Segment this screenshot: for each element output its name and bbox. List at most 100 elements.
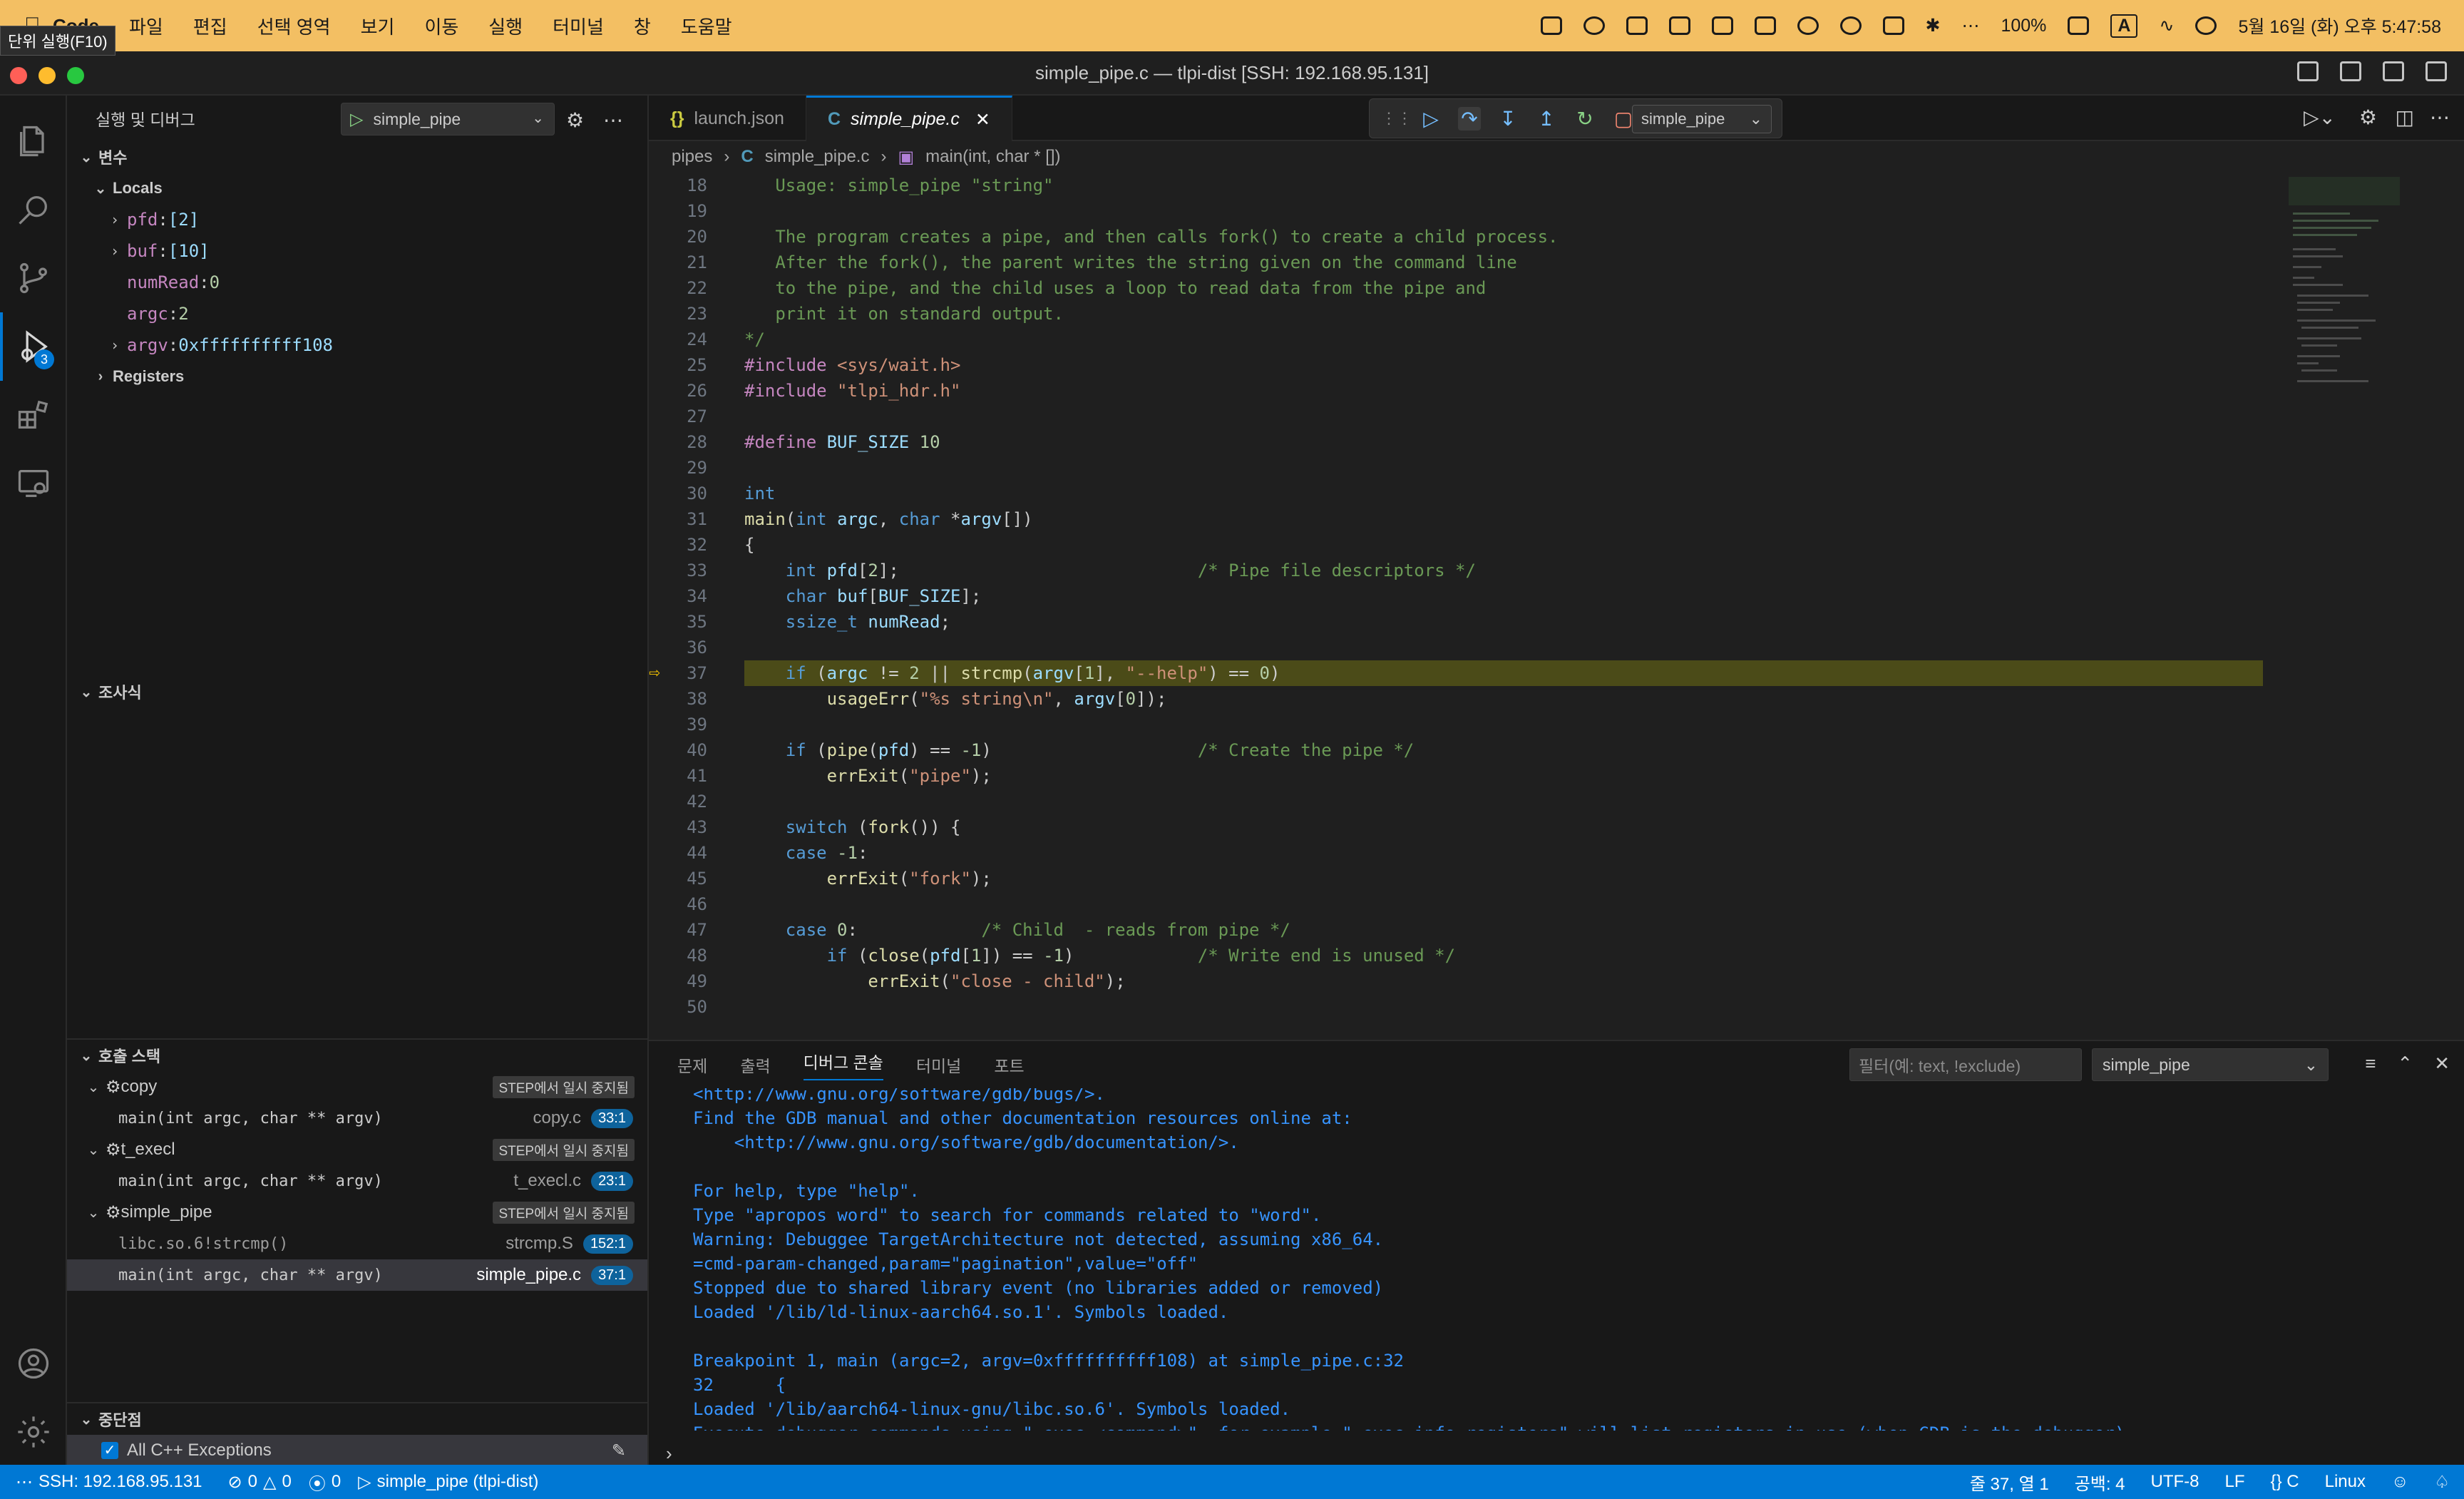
notifications-bell-icon[interactable]: ♤ (2434, 1472, 2450, 1493)
console-prompt-chevron-icon[interactable]: › (666, 1443, 672, 1465)
edit-condition-icon[interactable]: ✎ (612, 1441, 626, 1461)
step-into-icon[interactable]: ↧ (1497, 107, 1519, 131)
run-debug-icon[interactable]: 3 (0, 312, 67, 381)
code-line[interactable]: 30 int (649, 481, 2289, 506)
more-actions-icon[interactable]: ⋯ (2430, 106, 2450, 129)
source-control-icon[interactable] (0, 244, 67, 312)
callstack-thread[interactable]: ⌄ ⚙ t_execl STEP에서 일시 중지됨 (67, 1134, 647, 1165)
more-actions-icon[interactable]: ⋯ (603, 108, 623, 132)
wifi-icon[interactable]: ∿ (2159, 15, 2174, 36)
code-line[interactable]: 32 { (649, 532, 2289, 558)
callstack-thread[interactable]: ⌄ ⚙ copy STEP에서 일시 중지됨 (67, 1071, 647, 1102)
code-line[interactable]: 45 errExit("fork"); (649, 866, 2289, 891)
close-window-button[interactable] (10, 67, 27, 84)
shield-icon[interactable] (1540, 16, 1562, 35)
menu-selection[interactable]: 선택 영역 (257, 13, 331, 39)
window-manager-icon[interactable] (1711, 16, 1733, 35)
menu-file[interactable]: 파일 (129, 13, 163, 39)
debug-session-select[interactable]: simple_pipe ⌄ (1632, 105, 1772, 133)
display-icon[interactable] (1754, 16, 1776, 35)
code-line[interactable]: 39 (649, 712, 2289, 737)
encoding[interactable]: UTF-8 (2151, 1472, 2199, 1492)
zoom-window-button[interactable] (67, 67, 84, 84)
tab-output[interactable]: 출력 (740, 1053, 770, 1077)
menu-terminal[interactable]: 터미널 (553, 13, 604, 39)
breakpoints-section-header[interactable]: ⌄ 중단점 (67, 1403, 647, 1435)
bluetooth-icon[interactable]: ✱ (1926, 15, 1941, 36)
code-line[interactable]: 44 case -1: (649, 840, 2289, 866)
input-source-indicator[interactable]: A (2110, 14, 2138, 38)
airpods-icon[interactable] (1839, 16, 1862, 35)
cursor-position[interactable]: 줄 37, 열 1 (1970, 1470, 2049, 1495)
code-line[interactable]: 49 errExit("close - child"); (649, 968, 2289, 994)
open-launch-json-gear-icon[interactable]: ⚙ (566, 108, 584, 132)
manage-gear-icon[interactable] (0, 1398, 67, 1466)
clipboard-icon[interactable] (1668, 16, 1690, 35)
datetime[interactable]: 5월 16일 (화) 오후 5:47:58 (2238, 13, 2441, 39)
explorer-icon[interactable] (0, 107, 67, 175)
menu-help[interactable]: 도움말 (681, 13, 732, 39)
end-of-line[interactable]: LF (2225, 1472, 2245, 1492)
split-editor-icon[interactable]: ◫ (2396, 106, 2414, 129)
breadcrumb-folder[interactable]: pipes (672, 147, 712, 167)
close-panel-icon[interactable]: ✕ (2434, 1053, 2450, 1075)
minimap[interactable] (2289, 177, 2400, 391)
code-line[interactable]: 24 */ (649, 327, 2289, 352)
variable-row[interactable]: › argv: 0xffffffffff108 (67, 329, 647, 361)
code-line[interactable]: 34 char buf[BUF_SIZE]; (649, 583, 2289, 609)
code-line[interactable]: 27 (649, 404, 2289, 429)
debug-config-select[interactable]: ▷ simple_pipe ⌄ (341, 103, 555, 135)
tab-problems[interactable]: 문제 (677, 1053, 707, 1077)
code-line[interactable]: 48 if (close(pfd[1]) == -1) /* Write end… (649, 943, 2289, 968)
code-line[interactable]: 50 (649, 994, 2289, 1020)
extensions-icon[interactable] (0, 381, 67, 449)
menu-window[interactable]: 창 (634, 13, 651, 39)
code-line[interactable]: 36 (649, 635, 2289, 660)
variable-row[interactable]: › buf: [10] (67, 235, 647, 267)
start-debugging-icon[interactable]: ▷ (350, 109, 363, 130)
settings-gear-icon[interactable]: ⚙ (2359, 106, 2377, 129)
toggle-secondary-sidebar-icon[interactable] (2383, 61, 2404, 81)
code-line[interactable]: 22 to the pipe, and the child uses a loo… (649, 275, 2289, 301)
code-line[interactable]: 21 After the fork(), the parent writes t… (649, 250, 2289, 275)
screen-mirror-icon[interactable] (1882, 16, 1904, 35)
indentation[interactable]: 공백: 4 (2075, 1470, 2125, 1495)
code-line[interactable]: 28 #define BUF_SIZE 10 (649, 429, 2289, 455)
tab-ports[interactable]: 포트 (994, 1053, 1024, 1077)
code-line[interactable]: 18 Usage: simple_pipe "string" (649, 173, 2289, 198)
step-out-icon[interactable]: ↥ (1535, 107, 1558, 131)
stack-frame[interactable]: main(int argc, char ** argv) simple_pipe.… (67, 1259, 647, 1291)
maximize-panel-icon[interactable]: ⌃ (2397, 1053, 2413, 1075)
restart-icon[interactable]: ↻ (1574, 107, 1596, 131)
menu-edit[interactable]: 편집 (193, 13, 227, 39)
variable-row[interactable]: › pfd: [2] (67, 204, 647, 235)
clear-console-icon[interactable]: ≡ (2365, 1053, 2376, 1075)
code-editor[interactable]: 18 Usage: simple_pipe "string" 19 20 The p… (649, 173, 2464, 1040)
variable-row[interactable]: argc: 2 (67, 298, 647, 329)
platform[interactable]: Linux (2325, 1472, 2366, 1492)
menu-view[interactable]: 보기 (361, 13, 395, 39)
callstack-thread[interactable]: ⌄ ⚙ simple_pipe STEP에서 일시 중지됨 (67, 1197, 647, 1228)
problems-indicator[interactable]: ⊘ 0 △ 0 (228, 1472, 292, 1493)
breadcrumb-file[interactable]: simple_pipe.c (765, 147, 870, 167)
stack-frame[interactable]: main(int argc, char ** argv) copy.c 33:1 (67, 1102, 647, 1134)
control-center-icon[interactable] (2195, 16, 2217, 35)
breakpoint-item[interactable]: ✓ All C++ Exceptions ✎ (67, 1435, 647, 1466)
code-line[interactable]: 23 print it on standard output. (649, 301, 2289, 327)
search-icon[interactable] (0, 175, 67, 244)
variable-row[interactable]: numRead: 0 (67, 267, 647, 298)
network-dots-icon[interactable]: ⋯ (1961, 15, 1979, 36)
toggle-primary-sidebar-icon[interactable] (2297, 61, 2319, 81)
checkbox-checked-icon[interactable]: ✓ (101, 1442, 118, 1459)
customize-layout-icon[interactable] (2426, 61, 2447, 81)
variables-section-header[interactable]: ⌄ 변수 (67, 141, 647, 173)
drag-handle-icon[interactable]: ⋮⋮ (1381, 109, 1412, 128)
stack-frame[interactable]: main(int argc, char ** argv) t_execl.c 23:… (67, 1165, 647, 1197)
close-tab-icon[interactable]: ✕ (975, 109, 990, 131)
code-line[interactable]: 33 int pfd[2]; /* Pipe file descriptors … (649, 558, 2289, 583)
breadcrumb-symbol[interactable]: main(int, char * []) (925, 147, 1060, 167)
code-line[interactable]: 29 (649, 455, 2289, 481)
locals-scope[interactable]: ⌄ Locals (67, 173, 647, 204)
code-line[interactable]: 31 main(int argc, char *argv[]) (649, 506, 2289, 532)
remote-indicator[interactable]: ⋯ SSH: 192.168.95.131 (16, 1472, 202, 1493)
